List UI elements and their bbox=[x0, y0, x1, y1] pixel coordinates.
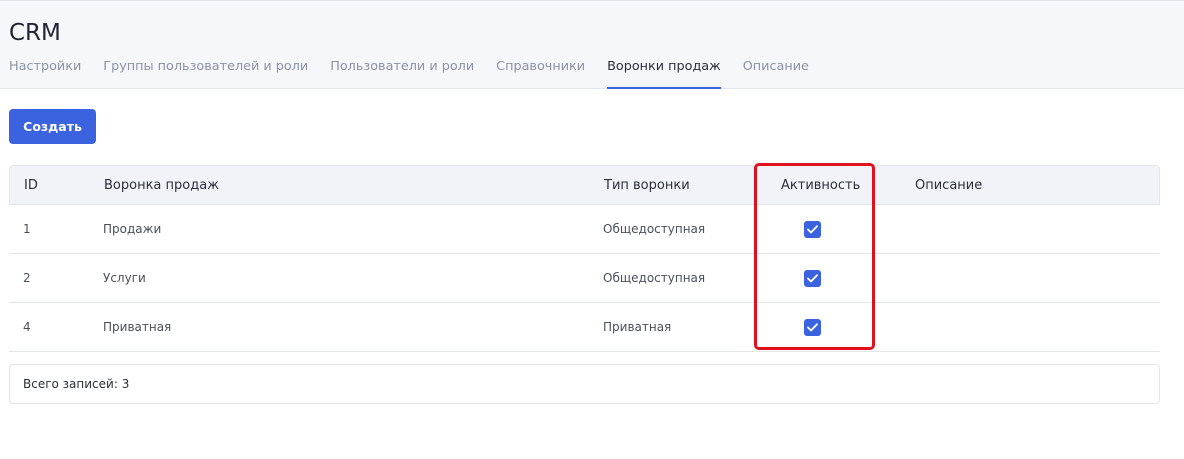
tab-description[interactable]: Описание bbox=[743, 58, 809, 89]
column-header-description[interactable]: Описание bbox=[915, 166, 982, 206]
cell-id: 2 bbox=[23, 271, 31, 285]
cell-funnel-name: Продажи bbox=[103, 222, 162, 236]
funnels-table: ID Воронка продаж Тип воронки Активность… bbox=[9, 165, 1160, 352]
tab-user-groups-roles[interactable]: Группы пользователей и роли bbox=[103, 58, 308, 89]
total-records-label: Всего записей: 3 bbox=[23, 377, 130, 391]
cell-funnel-name: Услуги bbox=[103, 271, 146, 285]
tab-directories[interactable]: Справочники bbox=[496, 58, 585, 89]
page-title: CRM bbox=[9, 20, 61, 46]
tab-users-roles[interactable]: Пользователи и роли bbox=[330, 58, 474, 89]
annotation-highlight-box bbox=[754, 163, 875, 350]
column-header-funnel[interactable]: Воронка продаж bbox=[104, 166, 219, 206]
table-header: ID Воронка продаж Тип воронки Активность… bbox=[9, 165, 1160, 205]
create-button[interactable]: Создать bbox=[9, 109, 96, 144]
table-row[interactable]: 4 Приватная Приватная bbox=[9, 303, 1160, 352]
table-row[interactable]: 2 Услуги Общедоступная bbox=[9, 254, 1160, 303]
cell-id: 1 bbox=[23, 222, 31, 236]
table-footer: Всего записей: 3 bbox=[9, 364, 1160, 404]
cell-funnel-type: Общедоступная bbox=[603, 271, 706, 285]
table-row[interactable]: 1 Продажи Общедоступная bbox=[9, 205, 1160, 254]
cell-id: 4 bbox=[23, 320, 31, 334]
tab-bar: Настройки Группы пользователей и роли По… bbox=[9, 58, 831, 89]
column-header-type[interactable]: Тип воронки bbox=[604, 166, 690, 206]
page-header: CRM Настройки Группы пользователей и рол… bbox=[0, 0, 1184, 89]
tab-settings[interactable]: Настройки bbox=[9, 58, 81, 89]
cell-funnel-type: Приватная bbox=[603, 320, 672, 334]
cell-funnel-name: Приватная bbox=[103, 320, 172, 334]
cell-funnel-type: Общедоступная bbox=[603, 222, 706, 236]
column-header-id[interactable]: ID bbox=[24, 166, 38, 206]
tab-sales-funnels[interactable]: Воронки продаж bbox=[607, 58, 721, 89]
